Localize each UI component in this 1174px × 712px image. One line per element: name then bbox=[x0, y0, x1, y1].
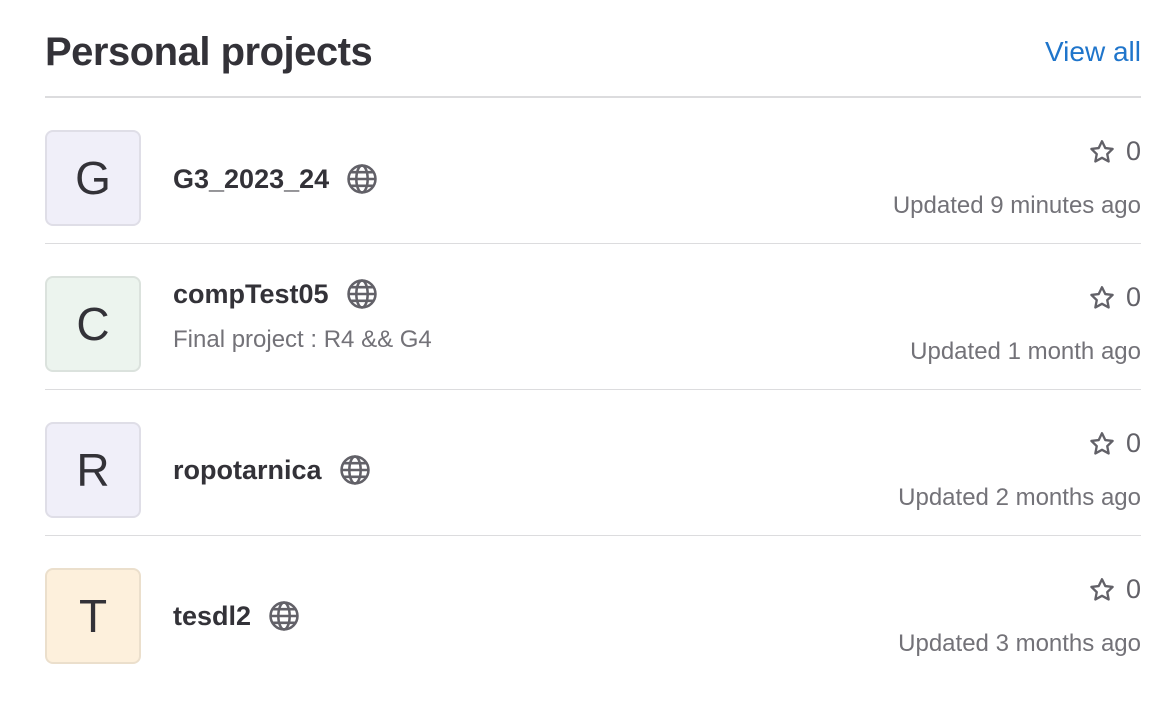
panel-header: Personal projects View all bbox=[45, 0, 1141, 98]
star-icon bbox=[1088, 138, 1116, 166]
project-name-line: compTest05 bbox=[173, 274, 379, 314]
project-description: Final project : R4 && G4 bbox=[173, 326, 432, 353]
project-name-link[interactable]: compTest05 bbox=[173, 279, 329, 310]
star-count-value: 0 bbox=[1125, 282, 1141, 312]
globe-icon bbox=[338, 453, 372, 487]
project-avatar[interactable]: T bbox=[45, 568, 141, 664]
project-avatar[interactable]: R bbox=[45, 422, 141, 518]
star-count[interactable]: 0 bbox=[1088, 428, 1141, 459]
project-avatar[interactable]: G bbox=[45, 130, 141, 226]
updated-time: Updated 1 month ago bbox=[910, 338, 1141, 365]
star-count[interactable]: 0 bbox=[1088, 574, 1141, 605]
project-name-line: ropotarnica bbox=[173, 422, 372, 518]
project-row[interactable]: G G3_2023_24 0 Updated 9 minutes ago bbox=[45, 98, 1141, 244]
updated-time: Updated 3 months ago bbox=[898, 630, 1141, 657]
updated-time: Updated 2 months ago bbox=[898, 484, 1141, 511]
project-name-link[interactable]: G3_2023_24 bbox=[173, 164, 329, 195]
globe-icon bbox=[345, 162, 379, 196]
personal-projects-panel: Personal projects View all G G3_2023_24 bbox=[45, 0, 1141, 682]
star-icon bbox=[1088, 284, 1116, 312]
project-row[interactable]: R ropotarnica 0 Updated 2 months ago bbox=[45, 390, 1141, 536]
project-name-link[interactable]: tesdl2 bbox=[173, 601, 251, 632]
star-count-value: 0 bbox=[1125, 574, 1141, 604]
updated-time: Updated 9 minutes ago bbox=[892, 192, 1141, 219]
globe-icon bbox=[267, 599, 301, 633]
project-name-line: tesdl2 bbox=[173, 568, 301, 664]
star-count[interactable]: 0 bbox=[1088, 282, 1141, 313]
star-count-value: 0 bbox=[1125, 428, 1141, 458]
project-row[interactable]: T tesdl2 0 Updated 3 months ago bbox=[45, 536, 1141, 682]
star-count[interactable]: 0 bbox=[1088, 136, 1141, 167]
project-row[interactable]: C compTest05 Final project : R4 && G4 0 … bbox=[45, 244, 1141, 390]
star-count-value: 0 bbox=[1125, 136, 1141, 166]
star-icon bbox=[1088, 430, 1116, 458]
project-name-line: G3_2023_24 bbox=[173, 131, 379, 227]
panel-title: Personal projects bbox=[45, 30, 373, 74]
view-all-link[interactable]: View all bbox=[1045, 36, 1141, 68]
project-list: G G3_2023_24 0 Updated 9 minutes ago C c… bbox=[45, 98, 1141, 682]
project-name-link[interactable]: ropotarnica bbox=[173, 455, 322, 486]
star-icon bbox=[1088, 576, 1116, 604]
project-avatar[interactable]: C bbox=[45, 276, 141, 372]
globe-icon bbox=[345, 277, 379, 311]
